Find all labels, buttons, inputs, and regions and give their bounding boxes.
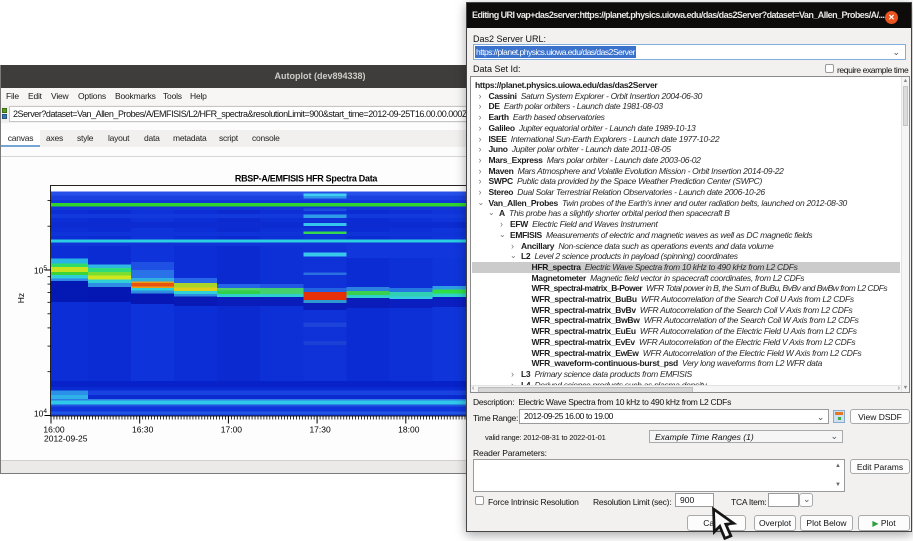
svg-text:RBSP-A/EMFISIS HFR Spectra Dat: RBSP-A/EMFISIS HFR Spectra Data [235, 174, 379, 184]
svg-text:105: 105 [34, 265, 47, 276]
svg-text:16:30: 16:30 [132, 425, 154, 435]
svg-text:17:30: 17:30 [309, 425, 331, 435]
svg-text:Hz: Hz [16, 293, 26, 303]
svg-text:17:00: 17:00 [221, 425, 243, 435]
svg-text:2012-09-25: 2012-09-25 [44, 434, 88, 444]
svg-text:18:00: 18:00 [398, 425, 420, 435]
svg-text:104: 104 [34, 408, 47, 419]
